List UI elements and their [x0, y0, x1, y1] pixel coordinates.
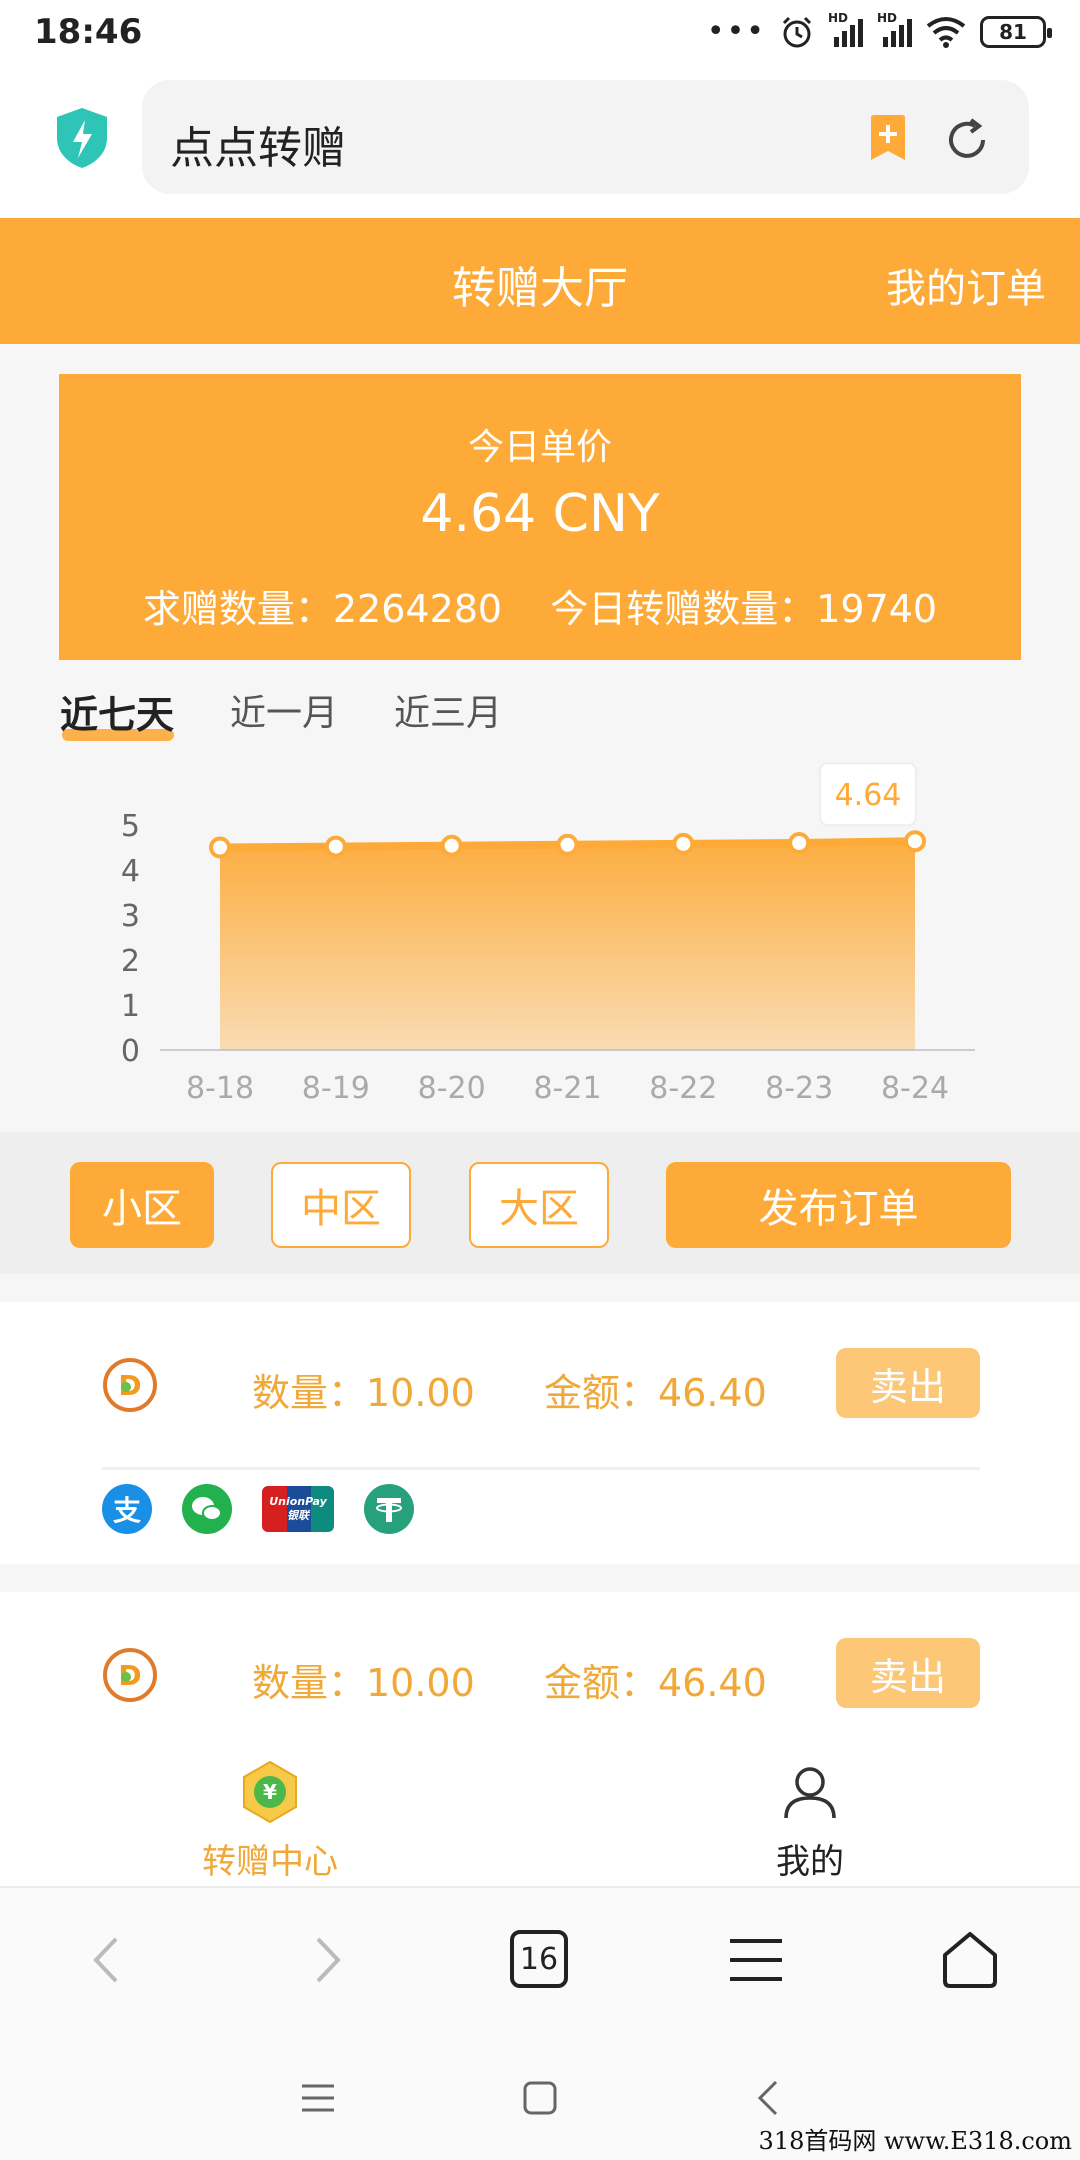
order-card: D 数量：10.00 金额：46.40 卖出: [0, 1592, 1080, 1746]
tab-count-icon[interactable]: 16: [510, 1930, 568, 1988]
system-back-icon[interactable]: [748, 2078, 788, 2118]
data-point[interactable]: [440, 834, 463, 857]
app-tab-bar: ¥ 转赠中心 我的: [0, 1746, 1080, 1886]
data-point[interactable]: [209, 836, 231, 859]
today-transfer-count: 今日转赠数量：19740: [550, 587, 938, 631]
tab-mine-label: 我的: [776, 1842, 844, 1882]
request-count: 求赠数量：2264280: [142, 587, 503, 631]
svg-text:¥: ¥: [263, 1780, 277, 1804]
price-label: 今日单价: [467, 427, 612, 468]
price-card: 今日单价 4.64 CNY 求赠数量：2264280 今日转赠数量：19740: [59, 374, 1021, 660]
x-tick-label: 8-21: [533, 1071, 601, 1106]
order-amount: 金额：46.40: [544, 1661, 767, 1705]
order-quantity: 数量：10.00: [252, 1661, 475, 1705]
more-dots-icon: •••: [706, 14, 766, 49]
tab-mine[interactable]: 我的: [660, 1760, 960, 1883]
x-tick-label: 8-24: [881, 1071, 949, 1106]
price-stats: 求赠数量：2264280 今日转赠数量：19740: [59, 578, 1021, 633]
watermark-text: 318首码网 www.E318.com: [758, 2127, 1072, 2155]
filter-bar: 小区 中区 大区 发布订单: [0, 1132, 1080, 1274]
sell-button[interactable]: 卖出: [836, 1638, 980, 1708]
y-tick-label: 5: [121, 809, 140, 844]
coin-hexagon-icon: ¥: [243, 1760, 297, 1824]
price-chart-svg: 0 1 2 3 4 5 8-18 8-19 8-20 8-21 8-22 8-23 8-24 4.64: [121, 762, 975, 1106]
system-home-icon[interactable]: [520, 2078, 560, 2118]
tab-three-months[interactable]: 近三月: [394, 684, 502, 747]
my-orders-link[interactable]: 我的订单: [886, 256, 1046, 314]
menu-icon[interactable]: [726, 1930, 786, 1990]
url-text: 点点转赠: [170, 123, 346, 174]
x-tick-label: 8-22: [649, 1071, 717, 1106]
usdt-tether-icon: [364, 1484, 414, 1534]
y-tick-label: 4: [121, 854, 140, 889]
unionpay-icon: UnionPay 银联: [262, 1486, 334, 1532]
recent-apps-icon[interactable]: [298, 2078, 338, 2118]
publish-order-button[interactable]: 发布订单: [666, 1162, 1011, 1248]
wifi-icon: [926, 16, 966, 48]
chart-tooltip: 4.64: [819, 762, 917, 827]
browser-address-area: 点点转赠: [0, 66, 1080, 218]
tab-one-month[interactable]: 近一月: [230, 684, 338, 747]
tab-transfer-center[interactable]: ¥ 转赠中心: [120, 1760, 420, 1883]
data-point[interactable]: [788, 832, 811, 854]
forward-arrow-icon[interactable]: [298, 1930, 358, 1990]
order-amount: 金额：46.40: [544, 1371, 767, 1415]
x-tick-label: 8-23: [765, 1071, 833, 1106]
data-point[interactable]: [324, 835, 347, 858]
x-tick-label: 8-19: [302, 1071, 370, 1106]
add-bookmark-icon[interactable]: [867, 114, 909, 162]
order-quantity: 数量：10.00: [252, 1371, 475, 1415]
reload-icon[interactable]: [943, 116, 991, 164]
alipay-icon: 支: [102, 1484, 152, 1534]
dd-logo-icon: D: [103, 1358, 157, 1412]
battery-icon: 81: [980, 15, 1052, 48]
back-arrow-icon[interactable]: [76, 1930, 136, 1990]
tab-transfer-center-label: 转赠中心: [202, 1842, 338, 1882]
tooltip-value: 4.64: [835, 778, 902, 813]
page-header: 转赠大厅 我的订单: [0, 218, 1080, 344]
order-card: D 数量：10.00 金额：46.40 卖出 支 UnionPay 银联: [0, 1302, 1080, 1564]
status-icons: ••• HD HD 81: [706, 11, 1052, 49]
y-tick-label: 0: [121, 1034, 140, 1069]
status-bar: 18:46 ••• HD HD 81: [0, 0, 1080, 66]
x-tick-label: 8-20: [418, 1071, 486, 1106]
price-chart: 0 1 2 3 4 5 8-18 8-19 8-20 8-21 8-22 8-23 8-24 4.64: [0, 760, 1080, 1130]
payment-methods: 支 UnionPay 银联: [102, 1484, 414, 1534]
card-divider: [102, 1467, 980, 1470]
url-bar[interactable]: 点点转赠: [142, 80, 1029, 194]
wechat-pay-icon: [182, 1484, 232, 1534]
signal-2-icon: HD: [877, 11, 912, 47]
status-time: 18:46: [34, 12, 143, 52]
alarm-icon: [782, 16, 812, 47]
data-point[interactable]: [904, 830, 926, 853]
dd-logo-icon: D: [103, 1648, 157, 1702]
security-shield-icon[interactable]: [54, 106, 110, 170]
y-tick-label: 1: [121, 989, 140, 1024]
user-icon: [784, 1767, 836, 1819]
filter-small-zone-button[interactable]: 小区: [70, 1162, 214, 1248]
price-value: 4.64 CNY: [420, 484, 660, 544]
range-tabs: 近七天 近一月 近三月: [60, 684, 502, 747]
signal-1-icon: HD: [828, 11, 863, 47]
price-area: [220, 841, 915, 1050]
data-point[interactable]: [556, 833, 579, 856]
home-icon[interactable]: [940, 1930, 1000, 1990]
tab-seven-days[interactable]: 近七天: [60, 684, 175, 747]
x-tick-label: 8-18: [186, 1071, 254, 1106]
filter-large-zone-button[interactable]: 大区: [469, 1162, 609, 1248]
filter-medium-zone-button[interactable]: 中区: [271, 1162, 411, 1248]
y-tick-label: 3: [121, 899, 140, 934]
sell-button[interactable]: 卖出: [836, 1348, 980, 1418]
system-navigation-bar: 318首码网 www.E318.com: [0, 2030, 1080, 2160]
y-tick-label: 2: [121, 944, 140, 979]
browser-bottom-bar: 16: [0, 1886, 1080, 2030]
data-point[interactable]: [672, 832, 695, 855]
